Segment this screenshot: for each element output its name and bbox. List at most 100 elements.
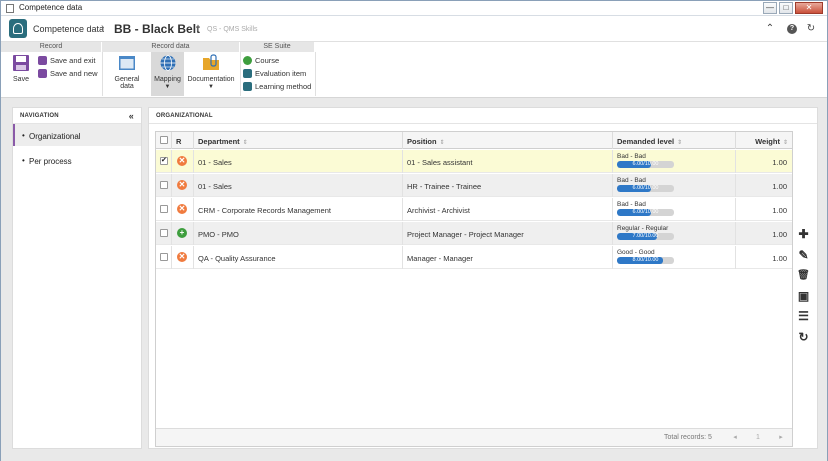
help-icon[interactable]: ? xyxy=(787,24,797,34)
mapping-dropdown-icon: ▼ xyxy=(164,84,171,90)
save-and-exit-button[interactable]: Save and exit xyxy=(38,55,95,66)
ribbon-group-record: Record xyxy=(1,42,102,52)
navigation-title: NAVIGATION xyxy=(20,113,59,119)
column-header-department[interactable]: Department ⇕ xyxy=(194,132,403,149)
demanded-level-cell: Bad - Bad 6.00/10.00 xyxy=(613,198,736,221)
ribbon-toolbar: Record Record data SE Suite Save Save an… xyxy=(1,42,827,98)
panel-header: ORGANIZATIONAL xyxy=(149,108,817,124)
page-title: BB - Black Belt xyxy=(114,22,201,36)
row-select-cell xyxy=(156,222,172,245)
save-new-icon xyxy=(38,69,47,78)
table-row[interactable]: ✕ 01 - Sales HR - Trainee - Trainee Bad - B… xyxy=(156,174,792,197)
row-checkbox[interactable] xyxy=(160,205,168,213)
row-checkbox[interactable] xyxy=(160,181,168,189)
level-label: Regular - Regular xyxy=(617,225,669,232)
sort-icon: ⇕ xyxy=(677,140,683,146)
nav-item-organizational[interactable]: • Organizational xyxy=(13,124,141,146)
evaluation-item-icon xyxy=(243,69,252,78)
table-row[interactable]: ✕01 - Sales01 - Sales assistantBad - Bad… xyxy=(156,150,792,173)
document-icon xyxy=(6,4,14,13)
column-header-position[interactable]: Position ⇕ xyxy=(403,132,613,149)
maximize-button[interactable]: □ xyxy=(779,2,793,14)
column-header-demanded-level[interactable]: Demanded level ⇕ xyxy=(613,132,736,149)
title-divider: | xyxy=(197,25,199,32)
department-cell: QA - Quality Assurance xyxy=(194,246,403,269)
row-select-cell xyxy=(156,246,172,269)
save-and-exit-label: Save and exit xyxy=(50,56,96,65)
folder-clip-icon xyxy=(203,54,219,70)
breadcrumb-separator: › xyxy=(101,22,105,33)
demanded-level-cell: Good - Good 8.00/10.00 xyxy=(613,246,736,269)
column-header-r[interactable]: R xyxy=(172,132,194,149)
demanded-level-cell: Regular - Regular 7.00/10.00 xyxy=(613,222,736,245)
organizational-panel: ORGANIZATIONAL R Department⇕ Position⇕ xyxy=(148,107,818,449)
grid-header: R Department ⇕ Position ⇕ Demanded level ⇕ … xyxy=(156,132,792,149)
weight-cell: 1.00 xyxy=(772,158,787,167)
nav-item-per-process[interactable]: • Per process xyxy=(13,149,141,171)
competence-logo-icon xyxy=(9,19,27,38)
status-good-icon: + xyxy=(177,228,187,238)
status-bad-icon: ✕ xyxy=(177,180,187,190)
refresh-list-icon[interactable]: ↻ xyxy=(797,330,810,344)
department-cell: 01 - Sales xyxy=(194,174,403,197)
collapse-panel-icon[interactable]: « xyxy=(129,111,134,121)
general-data-button[interactable]: General data xyxy=(107,54,147,90)
save-and-new-button[interactable]: Save and new xyxy=(38,68,98,79)
select-all-checkbox[interactable] xyxy=(160,136,168,144)
window: Competence data — □ ✕ Competence data › … xyxy=(0,0,828,461)
ribbon-group-se-suite: SE Suite xyxy=(240,42,315,52)
weight-cell: 1.00 xyxy=(772,254,787,263)
ribbon-separator xyxy=(240,52,241,96)
page-subtitle: QS - QMS Skills xyxy=(207,26,258,33)
list-icon[interactable]: ☰ xyxy=(797,309,810,323)
sort-icon: ⇕ xyxy=(439,140,445,146)
department-cell: PMO - PMO xyxy=(194,222,403,245)
add-icon[interactable]: ✚ xyxy=(797,227,810,241)
course-button[interactable]: Course xyxy=(243,55,279,66)
delete-icon[interactable]: 🗑 xyxy=(797,269,810,283)
navigation-header: NAVIGATION « xyxy=(13,108,141,124)
data-grid: R Department ⇕ Position ⇕ Demanded level ⇕ … xyxy=(155,131,793,447)
collapse-up-icon[interactable]: ⌃ xyxy=(764,23,776,35)
navigation-panel: NAVIGATION « • Organizational • Per proc… xyxy=(12,107,142,449)
table-row[interactable]: ✕ CRM - Corporate Records Management Archi… xyxy=(156,198,792,221)
column-position-label: Position xyxy=(407,137,437,146)
status-cell: + xyxy=(172,222,194,245)
row-checkbox[interactable] xyxy=(160,229,168,237)
column-header-weight[interactable]: Weight ⇕ xyxy=(736,132,792,149)
edit-icon[interactable]: ✎ xyxy=(797,248,810,262)
breadcrumb-home[interactable]: Competence data xyxy=(33,24,104,34)
documentation-label: Documentation xyxy=(187,76,235,83)
window-title: Competence data xyxy=(19,3,83,12)
bullet-icon: • xyxy=(22,131,25,140)
row-checkbox[interactable] xyxy=(160,156,168,165)
level-progress-bar: 8.00/10.00 xyxy=(617,257,674,264)
evaluation-item-button[interactable]: Evaluation item xyxy=(243,68,306,79)
close-button[interactable]: ✕ xyxy=(795,2,823,14)
save-button[interactable]: Save xyxy=(9,54,33,83)
next-page-icon[interactable]: ▸ xyxy=(776,433,786,443)
general-data-label: General data xyxy=(114,76,140,90)
select-all-cell xyxy=(156,132,172,149)
save-and-new-label: Save and new xyxy=(50,69,98,78)
position-cell: HR - Trainee - Trainee xyxy=(403,174,613,197)
total-records: Total records: 5 xyxy=(664,434,712,441)
minimize-button[interactable]: — xyxy=(763,2,777,14)
course-icon xyxy=(243,56,252,65)
weight-cell: 1.00 xyxy=(772,182,787,191)
sort-icon: ⇕ xyxy=(242,140,248,146)
table-row[interactable]: + PMO - PMO Project Manager - Project Mana… xyxy=(156,222,792,245)
level-label: Bad - Bad xyxy=(617,153,646,160)
mapping-button[interactable]: Mapping ▼ xyxy=(152,54,183,90)
level-value: 6.00/10.00 xyxy=(632,161,659,167)
status-bad-icon: ✕ xyxy=(177,252,187,262)
window-form-icon xyxy=(119,56,135,70)
learning-method-button[interactable]: Learning method xyxy=(243,81,311,92)
table-row[interactable]: ✕ QA - Quality Assurance Manager - Manager… xyxy=(156,246,792,269)
page-number: 1 xyxy=(756,434,760,441)
previous-page-icon[interactable]: ◂ xyxy=(730,433,740,443)
view-icon[interactable]: ▣ xyxy=(797,289,810,303)
documentation-button[interactable]: Documentation ▼ xyxy=(187,54,235,90)
row-checkbox[interactable] xyxy=(160,253,168,261)
refresh-icon[interactable]: ↻ xyxy=(805,23,817,35)
